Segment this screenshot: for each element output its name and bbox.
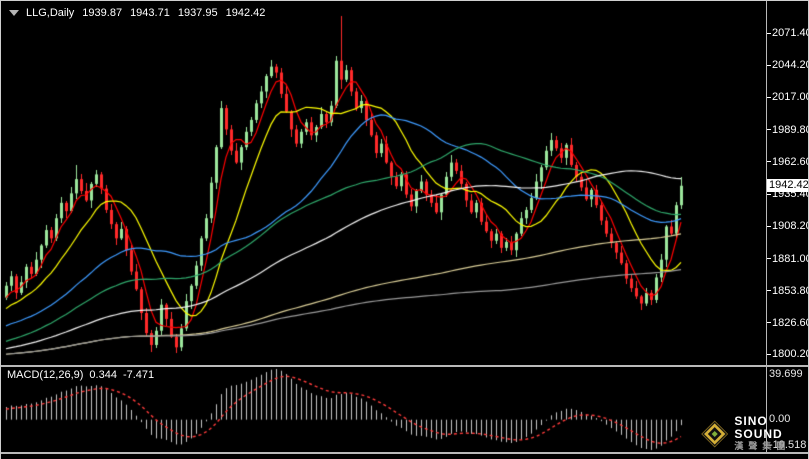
price-axis-label: 2017.00 <box>772 91 809 104</box>
price-axis-label: 2044.20 <box>772 59 809 72</box>
price-axis-label: 1989.80 <box>772 123 809 136</box>
close-value: 1942.42 <box>225 7 266 19</box>
price-axis-label: 1800.20 <box>772 348 809 361</box>
price-axis-label: 1908.20 <box>772 220 809 233</box>
macd-indicator-label: MACD(12,26,9) 0.344 -7.471 <box>7 369 154 381</box>
macd-main-value: 0.344 <box>89 369 117 381</box>
chart-window: LLG,Daily 1939.87 1943.71 1937.95 1942.4… <box>0 0 809 459</box>
broker-logo: SINO SOUND 漢聲集團 <box>701 415 808 452</box>
high-value: 1943.71 <box>130 7 170 19</box>
bottom-border <box>1 452 808 454</box>
price-axis-label: 1881.00 <box>772 252 809 265</box>
price-axis-label: 1853.80 <box>772 284 809 297</box>
price-axis-label: 1962.60 <box>772 155 809 168</box>
low-value: 1937.95 <box>177 7 218 19</box>
chevron-down-icon[interactable] <box>9 10 19 16</box>
price-axis-label: 1826.60 <box>772 316 809 329</box>
price-axis-label: 2071.40 <box>772 27 809 39</box>
diamond-logo-icon <box>701 420 729 447</box>
macd-name: MACD(12,26,9) <box>7 369 84 381</box>
price-chart-canvas[interactable] <box>1 1 808 459</box>
chart-title-bar: LLG,Daily 1939.87 1943.71 1937.95 1942.4… <box>9 7 265 19</box>
logo-text-cn: 漢聲集團 <box>734 441 791 451</box>
current-price-tag: 1942.42 <box>767 179 808 193</box>
axis-divider-line <box>766 1 767 453</box>
panel-separator[interactable] <box>1 365 808 367</box>
macd-axis-max-label: 39.699 <box>769 368 803 380</box>
open-value: 1939.87 <box>82 7 123 19</box>
chart-title: LLG,Daily 1939.87 1943.71 1937.95 1942.4… <box>26 7 265 19</box>
macd-signal-value: -7.471 <box>122 369 155 381</box>
logo-text-en: SINO SOUND <box>734 414 783 441</box>
symbol-period-label: LLG,Daily <box>26 7 75 19</box>
